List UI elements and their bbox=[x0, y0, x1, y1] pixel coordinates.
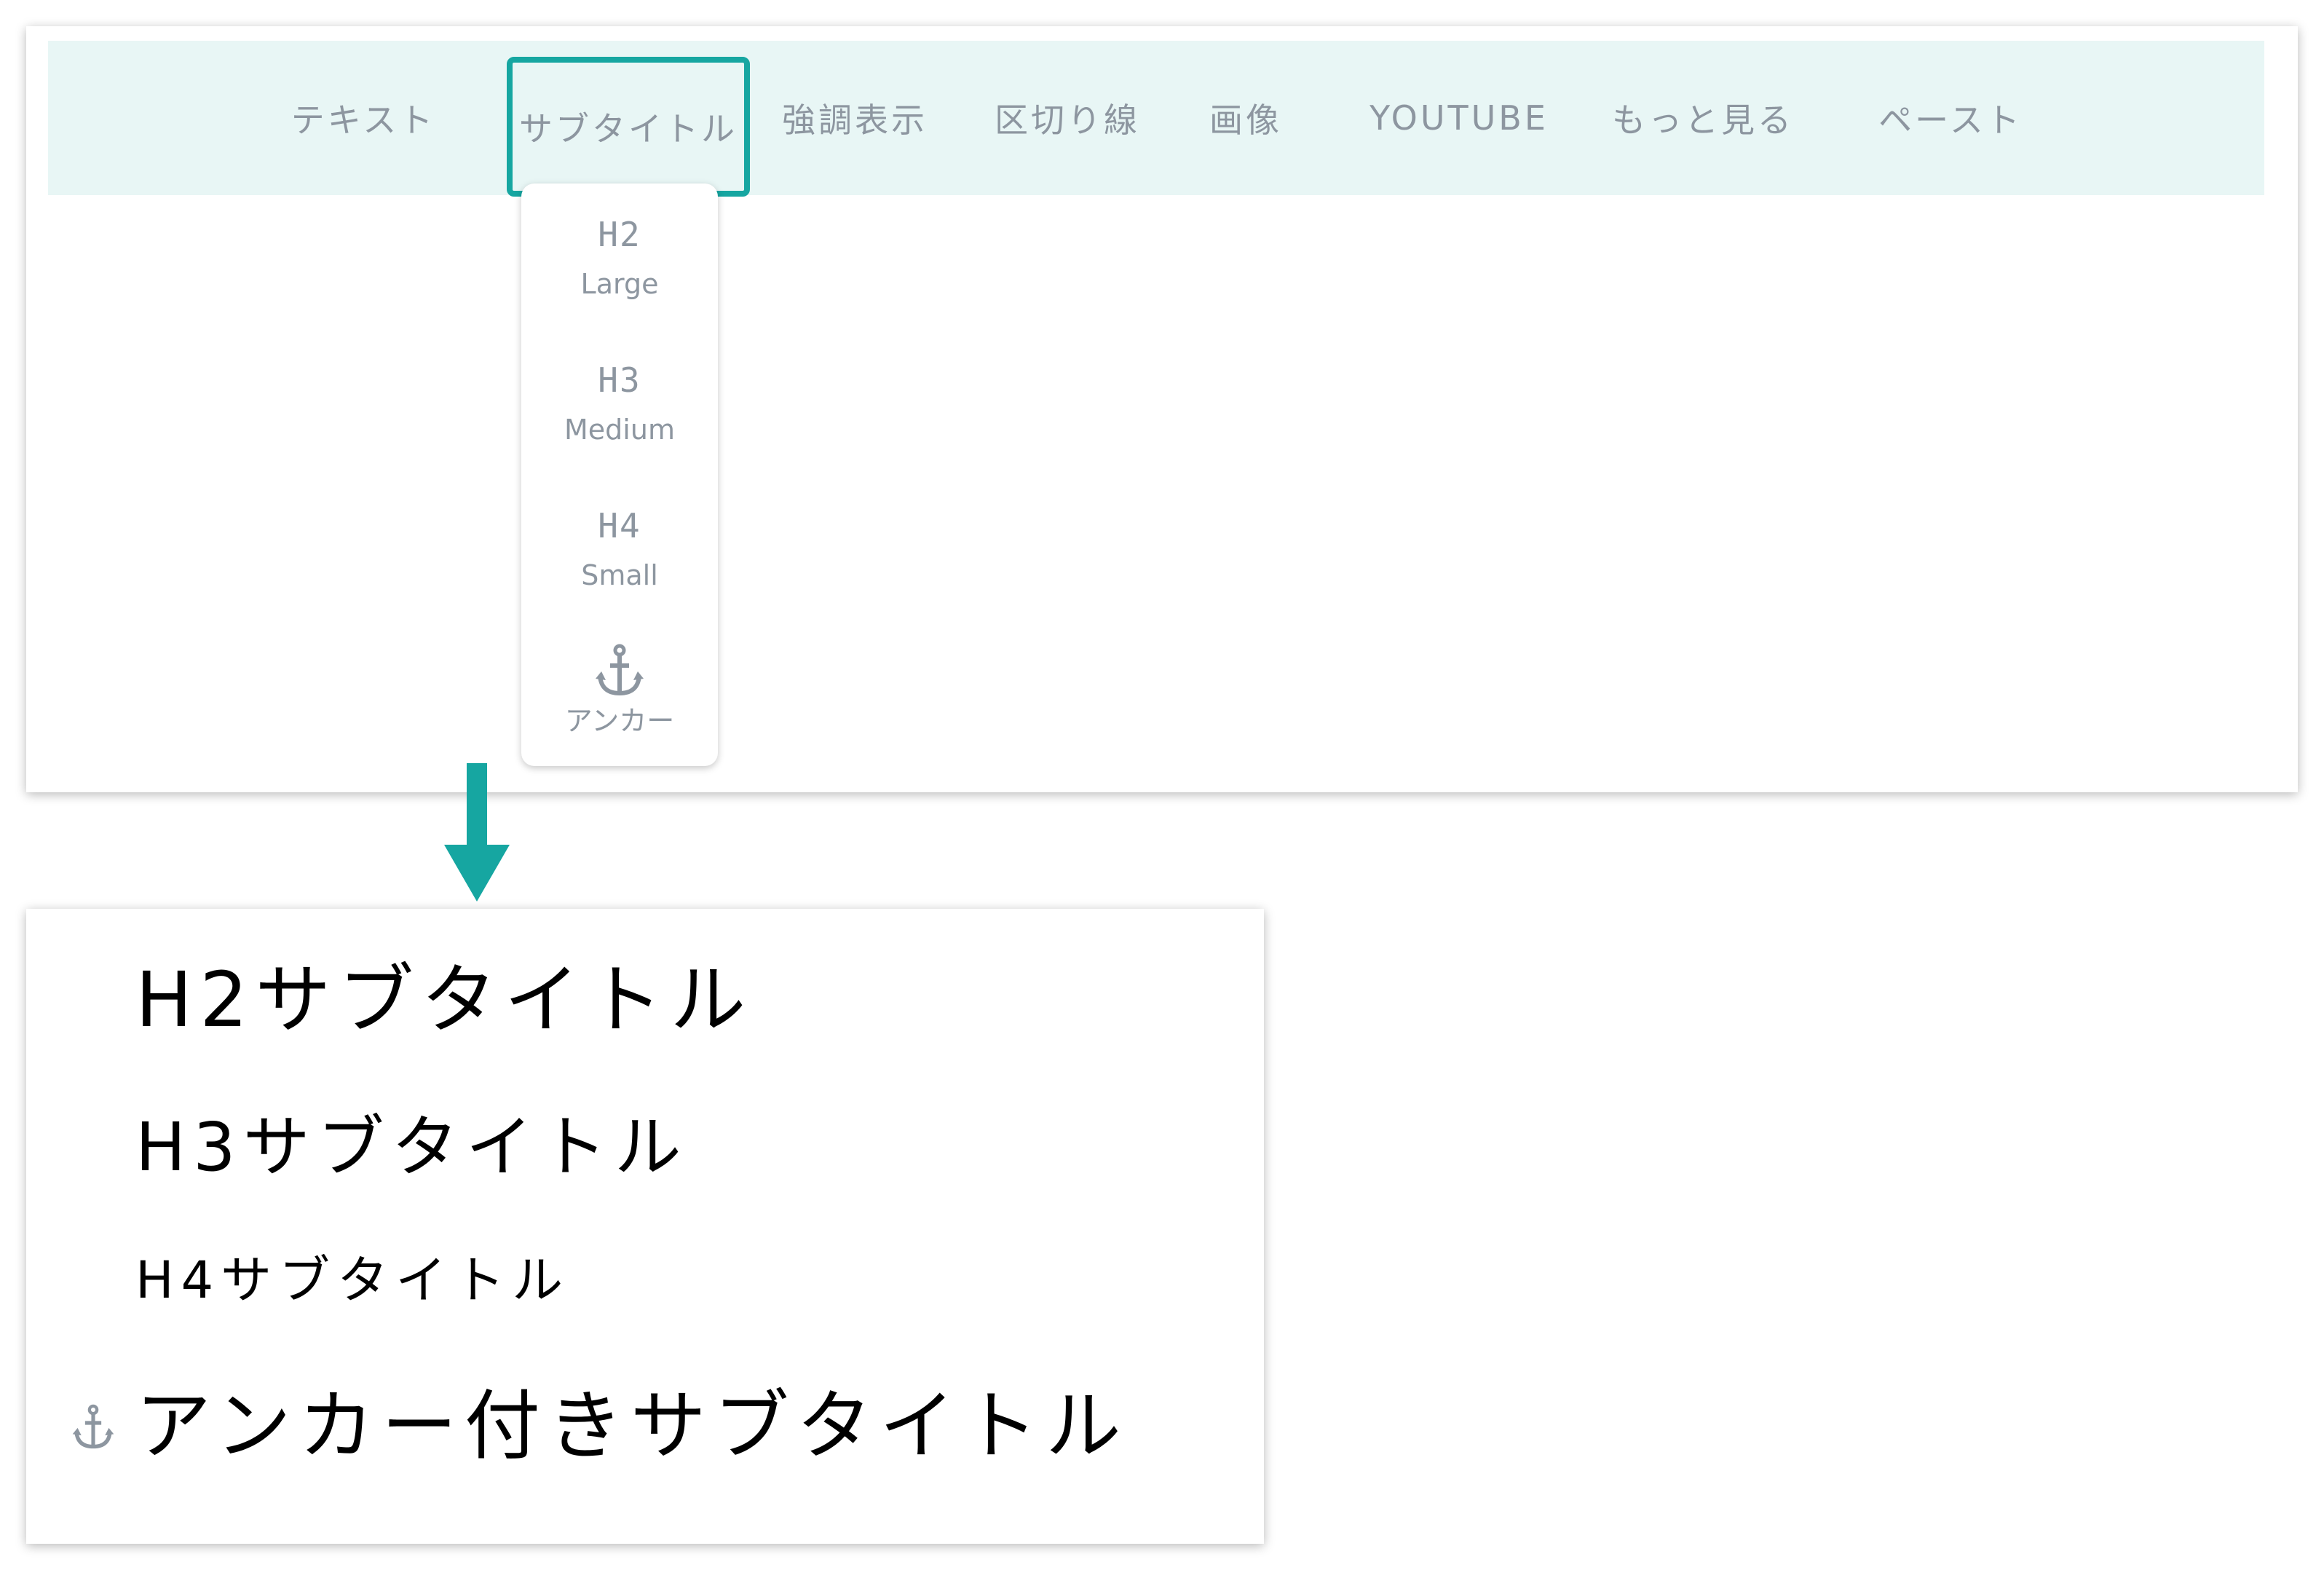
toolbar-item-divider[interactable]: 区切り線 bbox=[995, 41, 1139, 195]
dropdown-item-label: Large bbox=[580, 268, 659, 300]
toolbar-item-subtitle[interactable]: サブタイトル bbox=[507, 57, 750, 197]
toolbar-item-paste[interactable]: ペースト bbox=[1859, 41, 2042, 195]
subtitle-dropdown: H2 Large H3 Medium H4 Small アンカー bbox=[521, 184, 718, 766]
h2-subtitle: H2サブタイトル bbox=[135, 955, 754, 1044]
editor-panel: テキスト サブタイトル 強調表示 区切り線 画像 YOUTUBE もっと見る ペ… bbox=[26, 26, 2298, 792]
dropdown-item-h4[interactable]: H4 Small bbox=[521, 504, 718, 596]
screenshot-stage: テキスト サブタイトル 強調表示 区切り線 画像 YOUTUBE もっと見る ペ… bbox=[0, 0, 2324, 1570]
dropdown-item-label: Small bbox=[581, 559, 658, 591]
dropdown-item-h2[interactable]: H2 Large bbox=[521, 213, 718, 304]
toolbar-item-more[interactable]: もっと見る bbox=[1612, 41, 1793, 195]
dropdown-item-tag: H2 bbox=[598, 215, 641, 254]
toolbar-item-image[interactable]: 画像 bbox=[1206, 41, 1286, 195]
dropdown-item-anchor[interactable]: アンカー bbox=[521, 644, 718, 741]
toolbar-item-highlight[interactable]: 強調表示 bbox=[782, 41, 926, 195]
dropdown-item-label: アンカー bbox=[564, 705, 675, 737]
h4-subtitle: H4サブタイトル bbox=[135, 1250, 571, 1310]
anchor-icon bbox=[596, 644, 644, 696]
dropdown-item-tag: H4 bbox=[598, 506, 641, 545]
anchor-icon bbox=[72, 1404, 114, 1449]
anchored-subtitle: アンカー付きサブタイトル bbox=[135, 1381, 1129, 1470]
h3-subtitle: H3サブタイトル bbox=[135, 1108, 689, 1186]
toolbar-item-text[interactable]: テキスト bbox=[291, 41, 433, 195]
block-toolbar: テキスト サブタイトル 強調表示 区切り線 画像 YOUTUBE もっと見る ペ… bbox=[48, 41, 2264, 197]
toolbar-item-youtube[interactable]: YOUTUBE bbox=[1370, 41, 1546, 195]
dropdown-item-label: Medium bbox=[564, 414, 675, 446]
dropdown-item-h3[interactable]: H3 Medium bbox=[521, 358, 718, 450]
preview-panel: H2サブタイトル H3サブタイトル H4サブタイトル アンカー付きサブタイトル bbox=[26, 909, 1264, 1544]
dropdown-item-tag: H3 bbox=[598, 360, 641, 400]
arrow-down-icon bbox=[444, 763, 510, 902]
